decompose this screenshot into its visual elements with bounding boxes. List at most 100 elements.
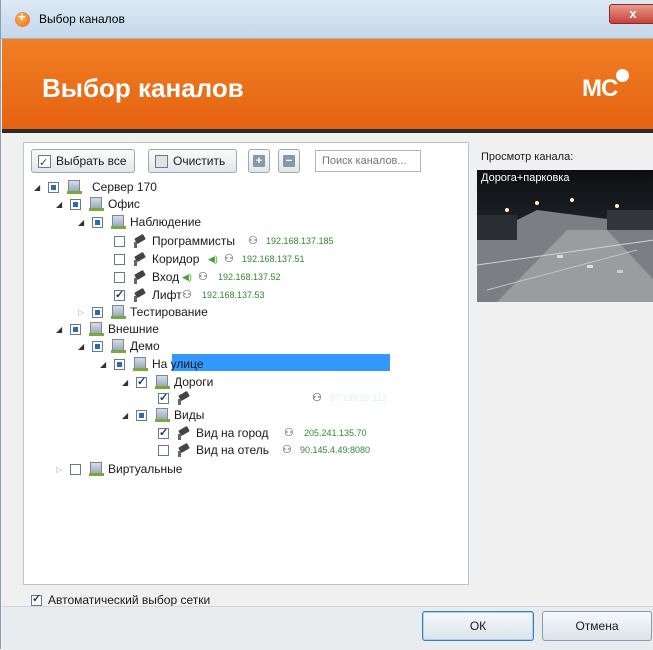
clear-label: Очистить — [173, 154, 226, 168]
folder-icon — [89, 462, 104, 476]
tree-checkbox[interactable] — [92, 341, 103, 352]
tree-checkbox[interactable] — [158, 445, 169, 456]
binoculars-icon[interactable]: ⚇ — [224, 251, 234, 268]
close-button[interactable]: x — [609, 4, 653, 24]
audio-icon: ◀) — [182, 272, 192, 282]
ok-button[interactable]: ОК — [422, 611, 534, 641]
channel-selection-window: Выбор каналов x Выбор каналов MC ✓ Выбра… — [0, 0, 653, 650]
tree-checkbox[interactable] — [114, 236, 125, 247]
select-all-button[interactable]: ✓ Выбрать все — [31, 149, 135, 173]
tree-label: Демо — [130, 339, 160, 353]
checkbox-empty-icon — [155, 155, 168, 168]
tree-checkbox[interactable] — [70, 199, 81, 210]
auto-grid-checkbox[interactable] — [31, 592, 42, 606]
tree-label: Вид на город — [196, 426, 269, 440]
binoculars-icon[interactable]: ⚇ — [284, 425, 294, 442]
collapse-arrow-icon[interactable]: ◢ — [122, 407, 131, 424]
tree-label: Наблюдение — [130, 215, 202, 229]
ip-address: 205.241.135.70 — [304, 428, 367, 438]
window-title: Выбор каналов — [39, 12, 125, 26]
expand-arrow-icon[interactable]: ▷ — [56, 461, 65, 478]
ip-address: 192.168.137.53 — [202, 290, 265, 300]
selected-row-highlight — [172, 354, 390, 371]
camera-icon — [132, 235, 147, 248]
expand-arrow-icon[interactable]: ▷ — [78, 304, 87, 321]
tree-checkbox[interactable] — [158, 425, 169, 442]
tree-checkbox[interactable] — [48, 182, 59, 193]
tree-checkbox[interactable] — [158, 390, 169, 407]
tree-label: Дороги — [174, 375, 214, 389]
dialog-header: Выбор каналов MC — [2, 39, 653, 133]
camera-icon — [176, 444, 191, 457]
folder-icon — [133, 357, 148, 371]
collapse-arrow-icon[interactable]: ◢ — [56, 196, 65, 213]
tree-label: Коридор — [152, 252, 200, 266]
collapse-arrow-icon[interactable]: ◢ — [56, 321, 65, 338]
folder-icon — [89, 322, 104, 336]
folder-icon — [155, 408, 170, 422]
logo-dot-icon — [616, 69, 629, 82]
tree-checkbox[interactable] — [92, 217, 103, 228]
channel-preview-video: Дорога+парковка — [477, 170, 653, 302]
tree-label: Офис — [108, 197, 140, 211]
tree-label: На улице — [152, 357, 204, 371]
tree-checkbox[interactable] — [70, 464, 81, 475]
binoculars-icon[interactable]: ⚇ — [282, 442, 292, 459]
plus-icon: + — [253, 155, 265, 167]
preview-channel-name: Дорога+парковка — [481, 172, 570, 184]
collapse-all-button[interactable]: − — [278, 149, 300, 173]
auto-grid-label: Автоматический выбор сетки — [48, 593, 211, 607]
camera-icon — [176, 427, 191, 440]
collapse-arrow-icon[interactable]: ◢ — [122, 374, 131, 391]
channel-tree-panel: ✓ Выбрать все Очистить + − ◢ Сервер 170 … — [23, 142, 469, 585]
tree-checkbox[interactable] — [114, 272, 125, 283]
collapse-arrow-icon[interactable]: ◢ — [78, 338, 87, 355]
minus-icon: − — [283, 155, 295, 167]
ip-address: 90.145.4.49:8080 — [300, 445, 371, 455]
camera-icon — [132, 271, 147, 284]
server-icon — [67, 180, 82, 194]
tree-label: Виды — [174, 408, 205, 422]
binoculars-icon[interactable]: ⚇ — [198, 269, 208, 286]
camera-icon — [176, 392, 191, 405]
app-icon — [15, 9, 30, 27]
folder-icon — [111, 305, 126, 319]
ip-address: 192.168.137.51 — [242, 254, 305, 264]
collapse-arrow-icon[interactable]: ◢ — [78, 214, 87, 231]
tree-label: Лифт — [152, 288, 182, 302]
tree-checkbox[interactable] — [114, 254, 125, 265]
tree-label: Внешние — [108, 322, 159, 336]
header-title: Выбор каналов — [42, 73, 244, 103]
folder-icon — [111, 215, 126, 229]
tree-checkbox[interactable] — [114, 287, 125, 304]
select-all-label: Выбрать все — [56, 154, 127, 168]
close-icon: x — [629, 6, 637, 21]
tree-checkbox[interactable] — [136, 374, 147, 391]
collapse-arrow-icon[interactable]: ◢ — [100, 356, 109, 373]
cancel-button[interactable]: Отмена — [542, 611, 652, 641]
tree-label: Вид на отель — [196, 443, 269, 457]
expand-all-button[interactable]: + — [248, 149, 270, 173]
camera-icon — [132, 253, 147, 266]
audio-icon: ◀) — [208, 254, 218, 264]
tree-label: Дорога+парковка — [196, 391, 293, 405]
channel-search-input[interactable] — [315, 150, 421, 172]
clear-button[interactable]: Очистить — [148, 149, 237, 173]
tree-label: Вход — [152, 270, 180, 284]
tree-label: Сервер 170 — [92, 180, 157, 194]
ip-address: 192.168.137.52 — [218, 272, 281, 282]
checkbox-checked-icon: ✓ — [38, 155, 51, 169]
binoculars-icon[interactable]: ⚇ — [248, 233, 258, 250]
night-street-scene-image — [477, 170, 653, 302]
camera-icon — [132, 289, 147, 302]
ip-address: 192.168.137.185 — [266, 236, 334, 246]
binoculars-icon[interactable]: ⚇ — [312, 390, 322, 407]
tree-checkbox[interactable] — [114, 359, 125, 370]
tree-checkbox[interactable] — [92, 307, 103, 318]
tree-checkbox[interactable] — [136, 410, 147, 421]
tree-checkbox[interactable] — [70, 324, 81, 335]
tree-label: Тестирование — [130, 305, 208, 319]
folder-icon — [155, 375, 170, 389]
binoculars-icon[interactable]: ⚇ — [182, 287, 192, 304]
collapse-arrow-icon[interactable]: ◢ — [34, 179, 43, 196]
